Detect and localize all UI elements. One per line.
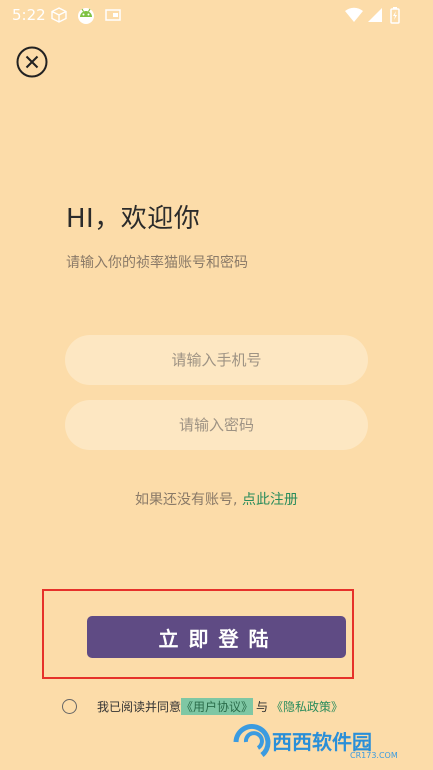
battery-icon (390, 7, 400, 24)
wifi-icon (345, 7, 363, 22)
signal-icon (368, 8, 382, 22)
watermark-logo: 西西软件园 CR173.COM (233, 724, 398, 760)
greeting-title: HI，欢迎你 (66, 204, 201, 234)
register-link[interactable]: 点此注册 (242, 492, 298, 508)
register-prompt: 如果还没有账号, 点此注册 (0, 489, 433, 509)
cube-icon (51, 7, 67, 23)
user-agreement-link[interactable]: 《用户协议》 (181, 697, 254, 715)
screen-icon (105, 9, 121, 21)
password-input[interactable] (65, 400, 368, 450)
privacy-policy-link[interactable]: 《隐私政策》 (271, 698, 343, 715)
login-screen: 5:22 HI，欢迎你 请输入你的祯率猫账号和密码 请输入手机号 如果还没有账号… (0, 0, 433, 770)
login-button[interactable]: 立即登陆 (87, 616, 346, 658)
android-app-icon (78, 8, 94, 24)
close-circle-icon (16, 46, 48, 78)
subtitle: 请输入你的祯率猫账号和密码 (66, 255, 248, 271)
close-button[interactable] (16, 46, 48, 78)
agreement-conjunction: 与 (256, 699, 269, 714)
agree-radio[interactable] (62, 698, 77, 714)
agreement-row: 我已阅读并同意 《用户协议》 与 《隐私政策》 (62, 697, 343, 715)
agreement-prefix: 我已阅读并同意 (97, 699, 182, 714)
watermark-domain: CR173.COM (350, 751, 398, 760)
phone-input[interactable] (65, 335, 368, 385)
status-time: 5:22 (12, 6, 46, 24)
status-bar: 5:22 (0, 0, 433, 30)
register-prompt-text: 如果还没有账号, (135, 492, 242, 508)
